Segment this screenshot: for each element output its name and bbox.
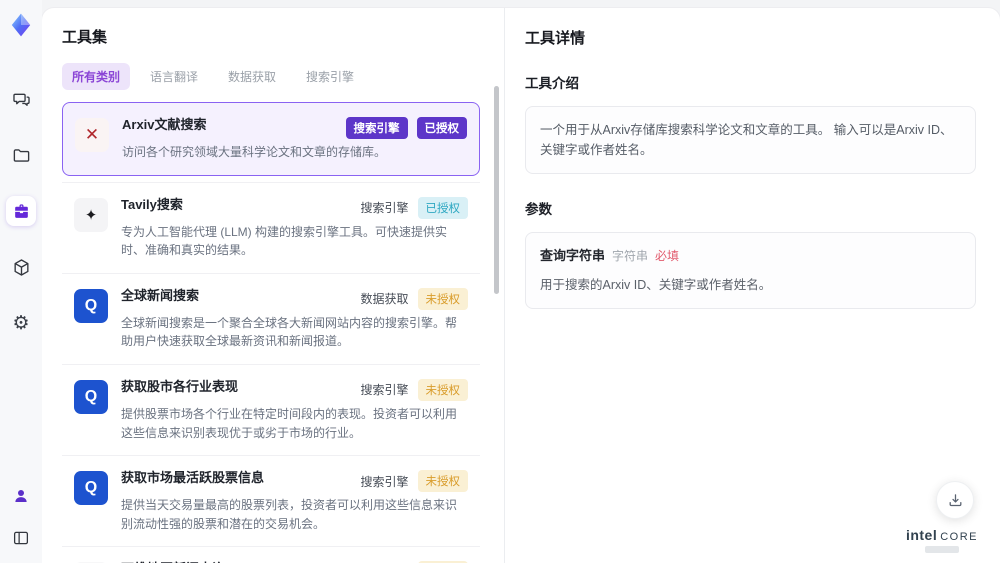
star-icon: ✦ (74, 197, 108, 232)
tool-tags: 搜索引擎 已授权 (360, 196, 468, 219)
intro-box: 一个用于从Arxiv存储库搜索科学论文和文章的工具。 输入可以是Arxiv ID… (525, 106, 976, 174)
tool-category-label: 数据获取 (360, 292, 409, 307)
arxiv-icon: ✕ (75, 118, 109, 152)
tool-description: 提供股票市场各个行业在特定时间段内的表现。投资者可以利用这些信息来识别表现优于或… (121, 406, 458, 440)
tool-card-body: Tavily搜索 搜索引擎 已授权 专为人工智能代理 (LLM) 构建的搜索引擎… (121, 196, 468, 260)
tool-card[interactable]: ▤ 万维地区新闻查询 搜索引擎 未授权 查询具体行政区划内的新闻，快速了解各地新… (62, 546, 480, 563)
tab-search-engine[interactable]: 搜索引擎 (296, 63, 364, 90)
tool-category-label: 搜索引擎 (360, 383, 409, 398)
tool-category-label: 搜索引擎 (360, 474, 409, 489)
tool-name: 获取股市各行业表现 (121, 378, 239, 394)
tool-card[interactable]: Q 全球新闻搜索 数据获取 未授权 全球新闻搜索是一个聚合全球各大新闻网站内容的… (62, 272, 480, 364)
intro-text: 一个用于从Arxiv存储库搜索科学论文和文章的工具。 输入可以是Arxiv ID… (540, 123, 953, 157)
tool-card-body: Arxiv文献搜索 搜索引擎 已授权 访问各个研究领域大量科学论文和文章的存储库… (122, 116, 467, 162)
user-icon[interactable] (6, 481, 36, 511)
tool-name: 全球新闻搜索 (121, 287, 200, 303)
intel-core-badge: intel CORE (906, 527, 978, 553)
tool-card[interactable]: Q 获取股市各行业表现 搜索引擎 未授权 提供股票市场各个行业在特定时间段内的表… (62, 363, 480, 455)
newsq-icon: Q (74, 288, 108, 323)
intro-heading: 工具介绍 (525, 76, 579, 91)
rail-bottom (6, 481, 36, 553)
tool-auth-badge: 未授权 (417, 378, 468, 401)
tool-name: Arxiv文献搜索 (122, 117, 207, 132)
chat-icon[interactable] (6, 84, 36, 114)
tool-auth-badge: 未授权 (417, 470, 468, 493)
tool-description: 访问各个研究领域大量科学论文和文章的存储库。 (122, 145, 387, 159)
tool-tags: 搜索引擎 未授权 (360, 378, 468, 401)
detail-title: 工具详情 (525, 30, 586, 47)
tool-auth-badge: 未授权 (417, 287, 468, 310)
intel-core-logo: intel CORE (906, 527, 978, 543)
download-button[interactable] (936, 481, 974, 519)
newsq-icon: Q (74, 379, 108, 414)
nav-rail: ⚙ (0, 0, 42, 563)
tool-category-label: 搜索引擎 (360, 201, 409, 216)
tool-card[interactable]: ✕ Arxiv文献搜索 搜索引擎 已授权 访问各个研究领域大量科学论文和文章的存… (62, 102, 480, 176)
tool-description: 专为人工智能代理 (LLM) 构建的搜索引擎工具。可快速提供实时、准确和真实的结… (121, 224, 448, 258)
panel-toggle-icon[interactable] (6, 523, 36, 553)
tool-card[interactable]: ✦ Tavily搜索 搜索引擎 已授权 专为人工智能代理 (LLM) 构建的搜索… (62, 181, 480, 273)
tool-category-label: 搜索引擎 (345, 117, 408, 139)
tool-description: 全球新闻搜索是一个聚合全球各大新闻网站内容的搜索引擎。帮助用户快速获取全球最新资… (121, 315, 458, 349)
tool-name: 获取市场最活跃股票信息 (121, 470, 265, 486)
content-card: 工具集 所有类别 语言翻译 数据获取 搜索引擎 ✕ Arxiv文献搜索 搜索引擎… (42, 8, 1000, 563)
tool-card[interactable]: Q 获取市场最活跃股票信息 搜索引擎 未授权 提供当天交易量最高的股票列表，投资… (62, 455, 480, 546)
download-icon (949, 493, 961, 506)
intel-sub-badge (924, 546, 959, 553)
param-name: 查询字符串 (540, 248, 606, 263)
tab-language-translation[interactable]: 语言翻译 (140, 63, 208, 90)
tool-tags: 搜索引擎 未授权 (360, 470, 468, 493)
param-box: 查询字符串 字符串 必填 用于搜索的Arxiv ID、关键字或作者姓名。 (525, 232, 976, 309)
param-desc: 用于搜索的Arxiv ID、关键字或作者姓名。 (540, 277, 772, 292)
rail-nav-items: ⚙ (6, 84, 36, 338)
app-logo (8, 12, 34, 38)
tab-data-acquisition[interactable]: 数据获取 (218, 63, 286, 90)
intel-word: intel (905, 527, 938, 543)
app-window: ⚙ 工具集 所有类别 语言翻译 数据获取 搜索引擎 ✕ Arxiv文献搜索 搜索… (0, 0, 1000, 563)
tool-description: 提供当天交易量最高的股票列表，投资者可以利用这些信息来识别流动性强的股票和潜在的… (121, 498, 458, 531)
tool-detail-panel: 工具详情 工具介绍 一个用于从Arxiv存储库搜索科学论文和文章的工具。 输入可… (505, 8, 1000, 563)
toolbox-icon[interactable] (6, 196, 36, 226)
tool-card-body: 全球新闻搜索 数据获取 未授权 全球新闻搜索是一个聚合全球各大新闻网站内容的搜索… (121, 287, 468, 351)
param-type: 字符串 (612, 249, 649, 263)
tool-list: ✕ Arxiv文献搜索 搜索引擎 已授权 访问各个研究领域大量科学论文和文章的存… (62, 102, 480, 563)
tab-all-categories[interactable]: 所有类别 (62, 63, 131, 90)
tool-name: Tavily搜索 (121, 196, 183, 212)
folder-icon[interactable] (6, 140, 36, 170)
category-tabs: 所有类别 语言翻译 数据获取 搜索引擎 (62, 63, 484, 90)
tool-tags: 搜索引擎 已授权 (345, 117, 467, 139)
tool-auth-badge: 已授权 (417, 196, 468, 219)
tool-list-panel: 工具集 所有类别 语言翻译 数据获取 搜索引擎 ✕ Arxiv文献搜索 搜索引擎… (42, 8, 505, 563)
cube-icon[interactable] (6, 252, 36, 282)
page-title: 工具集 (62, 29, 108, 46)
tool-card-body: 获取市场最活跃股票信息 搜索引擎 未授权 提供当天交易量最高的股票列表，投资者可… (121, 469, 468, 533)
param-required-badge: 必填 (655, 249, 680, 263)
core-word: CORE (940, 531, 978, 543)
params-heading: 参数 (525, 202, 552, 217)
tool-tags: 数据获取 未授权 (360, 287, 468, 310)
tool-auth-badge: 已授权 (416, 117, 467, 139)
newsq-icon: Q (74, 471, 108, 506)
param-header: 查询字符串 字符串 必填 (540, 246, 961, 267)
tool-card-body: 获取股市各行业表现 搜索引擎 未授权 提供股票市场各个行业在特定时间段内的表现。… (121, 378, 468, 442)
scrollbar[interactable] (494, 86, 499, 294)
gear-icon[interactable]: ⚙ (6, 308, 36, 338)
